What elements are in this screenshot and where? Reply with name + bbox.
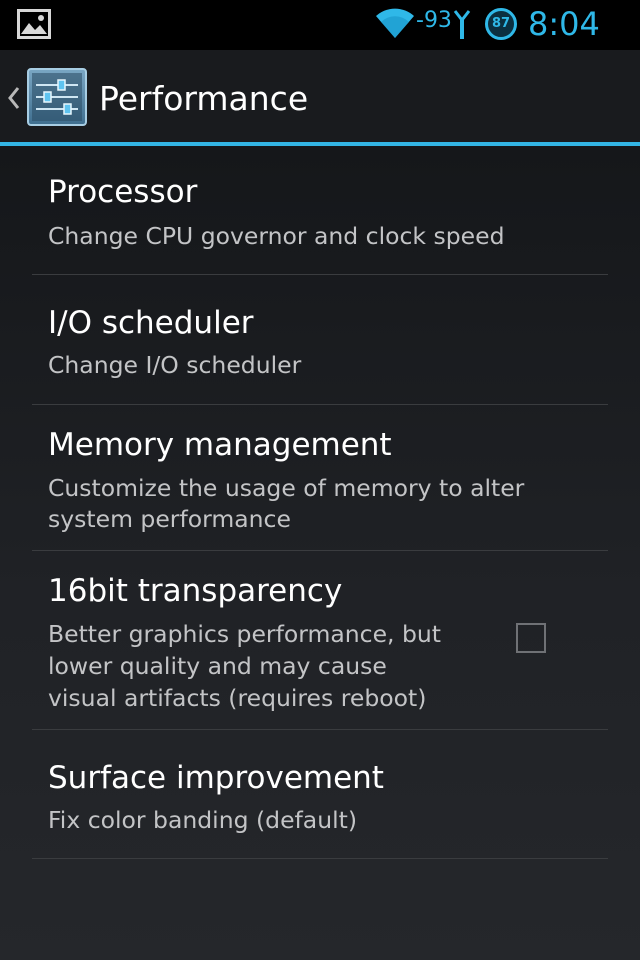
wifi-icon	[376, 8, 414, 38]
divider	[32, 858, 608, 859]
pref-title: Processor	[48, 174, 198, 210]
settings-sliders-icon	[27, 68, 87, 126]
pref-summary: Fix color banding (default)	[48, 806, 358, 834]
page-title: Performance	[99, 79, 309, 118]
pref-item-memory-management[interactable]: Memory management Customize the usage of…	[0, 405, 640, 550]
chevron-left-icon	[8, 87, 20, 109]
pref-summary-line: system performance	[48, 505, 291, 533]
pref-item-16bit-transparency[interactable]: 16bit transparency Better graphics perfo…	[0, 551, 640, 729]
clock-time: 8:04	[528, 5, 600, 43]
pref-title: Memory management	[48, 427, 392, 463]
pref-title: Surface improvement	[48, 760, 384, 796]
pref-summary-line: visual artifacts (requires reboot)	[48, 684, 427, 712]
pref-summary: Change I/O scheduler	[48, 351, 302, 379]
pref-item-surface-improvement[interactable]: Surface improvement Fix color banding (d…	[0, 730, 640, 858]
transparency-checkbox[interactable]	[516, 623, 546, 653]
pref-summary-line: lower quality and may cause	[48, 652, 387, 680]
status-bar: -93 87 8:04 AM	[0, 0, 640, 79]
pref-item-processor[interactable]: Processor Change CPU governor and clock …	[0, 160, 640, 274]
signal-strength-text: -93	[416, 8, 452, 33]
pref-item-io-scheduler[interactable]: I/O scheduler Change I/O scheduler	[0, 275, 640, 404]
image-icon	[17, 9, 51, 39]
action-bar-divider	[0, 142, 640, 146]
screen: -93 87 8:04 AM Performance	[0, 0, 640, 960]
pref-title: I/O scheduler	[48, 305, 254, 341]
pref-summary-line: Customize the usage of memory to alter	[48, 474, 525, 502]
antenna-icon	[453, 10, 471, 39]
action-bar	[0, 50, 640, 143]
pref-summary: Change CPU governor and clock speed	[48, 222, 505, 250]
pref-title: 16bit transparency	[48, 573, 343, 609]
pref-summary-line: Better graphics performance, but	[48, 620, 442, 648]
battery-level-text: 87	[491, 16, 511, 31]
